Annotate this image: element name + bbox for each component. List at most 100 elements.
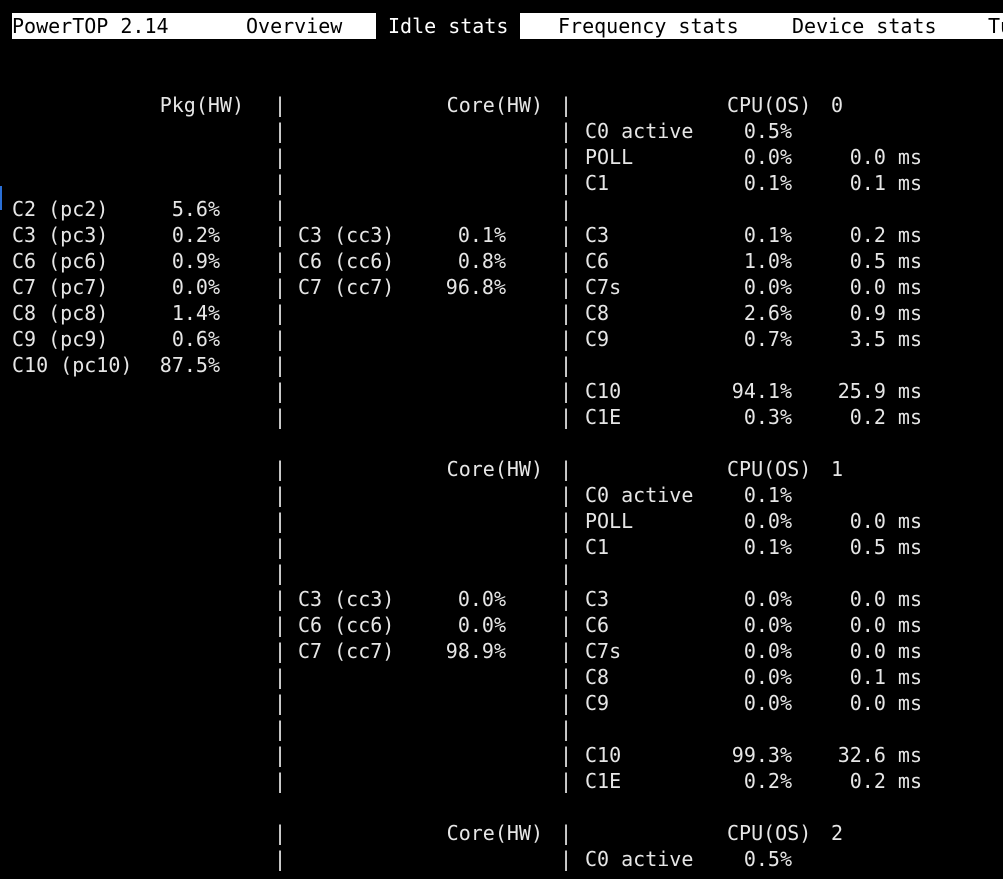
pkg-state-value: 87.5% [159,353,220,377]
cpu-state-name: C3 [585,223,610,247]
cpu-state-name: C1E [585,405,622,429]
cpu-state-name: C1E [585,769,622,793]
cpu-state-name: C10 [585,743,622,767]
cpu-id: 2 [831,821,844,845]
cpu-state-percent: 0.2% [743,769,792,793]
cpu-state-time: 3.5 ms [849,327,922,351]
column-separator: | [274,587,287,611]
table-row: C7 (pc7) 0.0% | C7 (cc7) 96.8% | C7s 0.0% 0.0 ms [0,274,1003,300]
column-separator: | [560,223,573,247]
column-separator: | [274,353,287,377]
table-row: | C6 (cc6) 0.0% | C6 0.0% 0.0 ms [0,612,1003,638]
column-separator: | [560,691,573,715]
column-separator: | [274,93,287,117]
cpu-state-time: 0.5 ms [849,535,922,559]
cpu-state-time: 0.2 ms [849,405,922,429]
core-state-name: C7 (cc7) [298,275,395,299]
core-state-value: 0.1% [457,223,506,247]
cpu-state-time: 0.0 ms [849,275,922,299]
pkg-header: Pkg(HW) [159,93,244,117]
cpu-state-percent: 0.7% [743,327,792,351]
table-row: | | POLL 0.0% 0.0 ms [0,508,1003,534]
column-separator: | [274,821,287,845]
column-separator: | [274,639,287,663]
cpu-state-percent: 0.1% [743,483,792,507]
cpu-state-name: C6 [585,613,610,637]
pkg-state-value: 0.0% [171,275,220,299]
cpu-state-percent: 0.1% [743,223,792,247]
cpu-state-time: 0.1 ms [849,665,922,689]
cpu-header: CPU(OS) [727,93,812,117]
cpu-state-percent: 0.0% [743,639,792,663]
cpu-state-percent: 0.3% [743,405,792,429]
column-separator: | [560,587,573,611]
cpu-state-name: C10 [585,379,622,403]
column-separator: | [560,535,573,559]
pkg-state-name: C7 (pc7) [12,275,109,299]
column-separator: | [560,821,573,845]
core-header: Core(HW) [446,821,543,845]
cpu-state-name: POLL [585,509,634,533]
column-separator: | [274,457,287,481]
core-header: Core(HW) [446,457,543,481]
column-separator: | [274,847,287,871]
cpu-state-percent: 0.0% [743,275,792,299]
table-row: | | C8 0.0% 0.1 ms [0,664,1003,690]
cpu-state-percent: 0.0% [743,587,792,611]
core-state-name: C6 (cc6) [298,613,395,637]
column-separator: | [560,743,573,767]
tab-overview[interactable]: Overview [246,13,343,39]
pkg-state-value: 5.6% [171,197,220,221]
cpu-state-percent: 0.1% [743,535,792,559]
column-separator: | [560,457,573,481]
cpu-state-time: 0.0 ms [849,639,922,663]
column-separator: | [274,509,287,533]
tab-device-stats[interactable]: Device stats [792,13,937,39]
column-separator: | [274,223,287,247]
core-state-value: 98.9% [445,639,506,663]
pkg-state-name: C8 (pc8) [12,301,109,325]
core-header: Core(HW) [446,93,543,117]
table-row: | | C1E 0.3% 0.2 ms [0,404,1003,430]
cpu-state-name: POLL [585,145,634,169]
core-state-value: 0.0% [457,613,506,637]
cpu-state-percent: 99.3% [731,743,792,767]
column-separator: | [274,379,287,403]
column-separator: | [274,691,287,715]
powertop-terminal: PowerTOP 2.14 Overview Idle stats Freque… [0,0,1003,879]
cpu-state-time: 0.0 ms [849,691,922,715]
column-separator: | [274,483,287,507]
table-row: | | [0,716,1003,742]
table-row: | Core(HW) | CPU(OS) 2 [0,820,1003,846]
cpu-state-name: C1 [585,535,610,559]
cpu-state-percent: 0.0% [743,145,792,169]
column-separator: | [560,483,573,507]
cpu-state-percent: 0.0% [743,691,792,715]
cpu-header: CPU(OS) [727,457,812,481]
table-row: | | [0,560,1003,586]
table-row: C9 (pc9) 0.6% | | C9 0.7% 3.5 ms [0,326,1003,352]
pkg-state-name: C10 (pc10) [12,353,133,377]
column-separator: | [560,327,573,351]
column-separator: | [560,301,573,325]
tab-frequency-stats[interactable]: Frequency stats [558,13,739,39]
cpu-state-percent: 94.1% [731,379,792,403]
pkg-state-value: 0.2% [171,223,220,247]
tab-tunables[interactable]: Tu [988,13,1003,39]
cpu-state-percent: 2.6% [743,301,792,325]
column-separator: | [274,561,287,585]
table-row: | | C9 0.0% 0.0 ms [0,690,1003,716]
cpu-state-percent: 0.0% [743,509,792,533]
table-row: | | C0 active 0.5% [0,846,1003,872]
cpu-state-name: C0 active [585,483,694,507]
core-state-value: 96.8% [445,275,506,299]
table-row: | | C1 0.1% 0.1 ms [0,170,1003,196]
cpu-state-time: 0.5 ms [849,249,922,273]
column-separator: | [560,613,573,637]
column-separator: | [560,197,573,221]
column-separator: | [560,171,573,195]
table-row: | | C10 99.3% 32.6 ms [0,742,1003,768]
column-separator: | [560,275,573,299]
tab-idle-stats[interactable]: Idle stats [376,13,521,39]
column-separator: | [274,405,287,429]
